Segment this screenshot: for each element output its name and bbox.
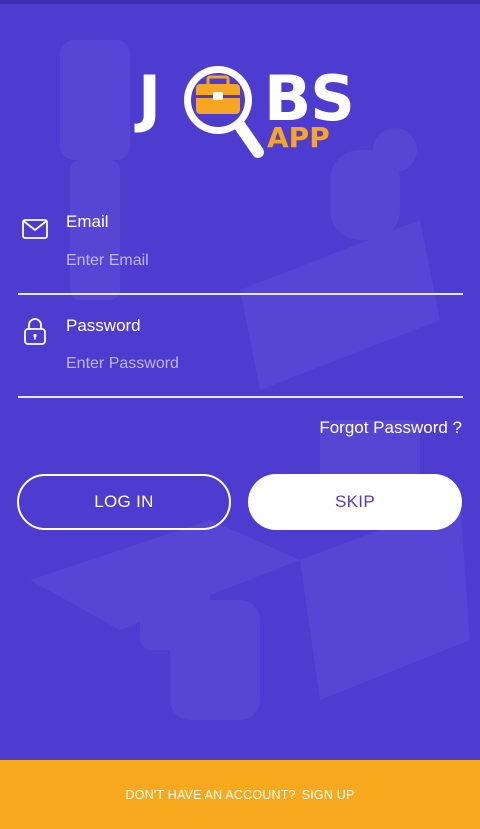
login-button[interactable]: LOG IN <box>17 474 231 530</box>
top-strip <box>0 0 480 4</box>
forgot-password-link[interactable]: Forgot Password ? <box>319 418 462 438</box>
signup-link[interactable]: SIGN UP <box>302 788 355 802</box>
signup-prompt: DON'T HAVE AN ACCOUNT? <box>125 787 296 802</box>
password-underline <box>18 396 463 398</box>
signup-footer: DON'T HAVE AN ACCOUNT? SIGN UP <box>0 760 480 829</box>
logo-text-j: J <box>138 62 162 135</box>
briefcase-magnifier-icon <box>184 66 264 158</box>
logo-text-app: APP <box>267 121 330 154</box>
jobs-app-logo: J BS APP <box>138 60 355 164</box>
email-field[interactable] <box>66 248 446 274</box>
skip-button[interactable]: SKIP <box>248 474 462 530</box>
email-underline <box>18 293 463 295</box>
password-label: Password <box>66 316 141 335</box>
padlock-icon <box>24 318 46 345</box>
email-label: Email <box>66 212 109 231</box>
password-field[interactable] <box>66 351 446 377</box>
envelope-icon <box>22 219 48 239</box>
